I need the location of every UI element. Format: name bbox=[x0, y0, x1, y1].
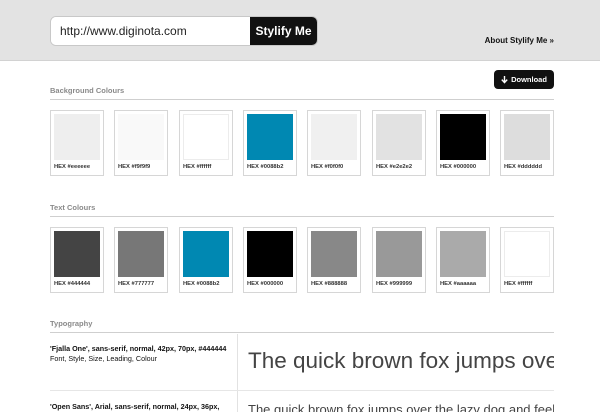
color-chip bbox=[118, 114, 164, 160]
color-swatch: HEX #0088b2 bbox=[179, 227, 233, 293]
about-link[interactable]: About Stylify Me » bbox=[485, 36, 554, 45]
color-chip bbox=[54, 114, 100, 160]
typography-spec: 'Fjalla One', sans-serif, normal, 42px, … bbox=[50, 344, 232, 364]
color-swatch: HEX #f0f0f0 bbox=[307, 110, 361, 176]
hex-label: HEX #ffffff bbox=[183, 164, 212, 170]
download-label: Download bbox=[511, 75, 547, 84]
color-chip bbox=[183, 231, 229, 277]
hex-label: HEX #0088b2 bbox=[183, 281, 220, 287]
color-swatch: HEX #ffffff bbox=[500, 227, 554, 293]
color-swatch: HEX #888888 bbox=[307, 227, 361, 293]
color-swatch: HEX #777777 bbox=[114, 227, 168, 293]
color-chip bbox=[311, 231, 357, 277]
text-colours-title: Text Colours bbox=[50, 203, 96, 212]
hex-label: HEX #f0f0f0 bbox=[311, 164, 344, 170]
typography-sample: The quick brown fox jumps over the lazy … bbox=[248, 348, 554, 373]
download-button[interactable]: Download bbox=[494, 70, 554, 89]
typography-spec: 'Open Sans', Arial, sans-serif, normal, … bbox=[50, 402, 232, 412]
color-chip bbox=[440, 114, 486, 160]
hex-label: HEX #777777 bbox=[118, 281, 155, 287]
color-swatch: HEX #999999 bbox=[372, 227, 426, 293]
typography-column-divider bbox=[237, 334, 238, 412]
hex-label: HEX #eeeeee bbox=[54, 164, 91, 170]
hex-label: HEX #444444 bbox=[54, 281, 91, 287]
color-chip bbox=[504, 231, 550, 277]
color-chip bbox=[54, 231, 100, 277]
color-chip bbox=[376, 231, 422, 277]
color-chip bbox=[440, 231, 486, 277]
color-swatch: HEX #dddddd bbox=[500, 110, 554, 176]
color-swatch: HEX #ffffff bbox=[179, 110, 233, 176]
font-spec: 'Open Sans', Arial, sans-serif, normal, … bbox=[50, 402, 220, 411]
typography-title: Typography bbox=[50, 319, 93, 328]
color-chip bbox=[504, 114, 550, 160]
color-chip bbox=[247, 114, 293, 160]
color-swatch: HEX #eeeeee bbox=[50, 110, 104, 176]
stylify-button[interactable]: Stylify Me bbox=[250, 17, 317, 45]
color-swatch: HEX #e2e2e2 bbox=[372, 110, 426, 176]
hex-label: HEX #dddddd bbox=[504, 164, 542, 170]
font-spec-legend: Font, Style, Size, Leading, Colour bbox=[50, 354, 158, 363]
background-colours-title: Background Colours bbox=[50, 86, 125, 95]
color-swatch: HEX #444444 bbox=[50, 227, 104, 293]
color-swatch: HEX #000000 bbox=[243, 227, 297, 293]
header-bar: Stylify Me About Stylify Me » bbox=[0, 0, 600, 61]
typography-divider bbox=[50, 332, 554, 333]
color-swatch: HEX #0088b2 bbox=[243, 110, 297, 176]
color-chip bbox=[118, 231, 164, 277]
hex-label: HEX #000000 bbox=[440, 164, 477, 170]
text-divider bbox=[50, 216, 554, 217]
background-divider bbox=[50, 99, 554, 100]
color-swatch: HEX #aaaaaa bbox=[436, 227, 490, 293]
hex-label: HEX #0088b2 bbox=[247, 164, 284, 170]
background-swatch-row: HEX #eeeeee HEX #f9f9f9 HEX #ffffff HEX #00… bbox=[50, 110, 554, 176]
hex-label: HEX #aaaaaa bbox=[440, 281, 477, 287]
color-chip bbox=[311, 114, 357, 160]
color-swatch: HEX #f9f9f9 bbox=[114, 110, 168, 176]
color-chip bbox=[183, 114, 229, 160]
hex-label: HEX #999999 bbox=[376, 281, 413, 287]
text-swatch-row: HEX #444444 HEX #777777 HEX #0088b2 HEX #00… bbox=[50, 227, 554, 293]
arrow-down-icon bbox=[501, 75, 508, 84]
url-input[interactable] bbox=[51, 17, 250, 45]
hex-label: HEX #000000 bbox=[247, 281, 284, 287]
url-form: Stylify Me bbox=[50, 16, 318, 46]
hex-label: HEX #e2e2e2 bbox=[376, 164, 413, 170]
font-spec: 'Fjalla One', sans-serif, normal, 42px, … bbox=[50, 344, 227, 353]
hex-label: HEX #888888 bbox=[311, 281, 348, 287]
color-chip bbox=[376, 114, 422, 160]
hex-label: HEX #ffffff bbox=[504, 281, 533, 287]
color-swatch: HEX #000000 bbox=[436, 110, 490, 176]
color-chip bbox=[247, 231, 293, 277]
hex-label: HEX #f9f9f9 bbox=[118, 164, 151, 170]
typography-row-divider bbox=[50, 390, 554, 391]
typography-sample: The quick brown fox jumps over the lazy … bbox=[248, 402, 554, 412]
